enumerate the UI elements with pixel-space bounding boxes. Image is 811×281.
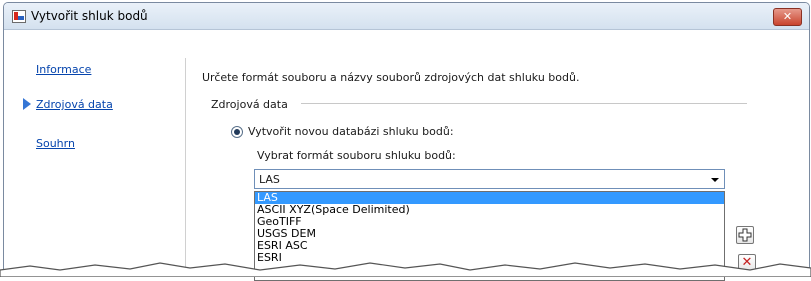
dropdown-option-usgs-dem[interactable]: USGS DEM: [255, 228, 724, 240]
title-bar: Vytvořit shluk bodů ✕: [4, 3, 809, 30]
sidebar-item-souhrn[interactable]: Souhrn: [36, 137, 75, 150]
close-icon: ✕: [782, 10, 793, 23]
group-divider: [301, 103, 747, 104]
create-database-radio-label[interactable]: Vytvořit novou databázi shluku bodů:: [248, 125, 454, 138]
format-dropdown-list: LAS ASCII XYZ(Space Delimited) GeoTIFF U…: [254, 191, 725, 281]
active-arrow-icon: [23, 98, 31, 110]
remove-file-button[interactable]: ✕: [738, 254, 756, 272]
sidebar-item-zdrojova-data[interactable]: Zdrojová data: [36, 98, 113, 111]
page-description: Určete formát souboru a názvy souborů zd…: [202, 71, 580, 84]
sidebar-item-informace[interactable]: Informace: [36, 63, 91, 76]
format-combobox[interactable]: LAS: [254, 169, 725, 189]
add-file-button[interactable]: [736, 226, 754, 244]
window-title: Vytvořit shluk bodů: [31, 9, 148, 23]
group-title: Zdrojová data: [211, 98, 288, 111]
dropdown-option-esri-asc[interactable]: ESRI ASC: [255, 240, 724, 252]
chevron-down-icon[interactable]: [711, 178, 719, 182]
dropdown-option-geotiff[interactable]: GeoTIFF: [255, 216, 724, 228]
plus-icon: [738, 228, 752, 242]
sidebar-divider: [185, 58, 186, 273]
delete-icon: ✕: [741, 255, 753, 270]
format-combobox-value: LAS: [259, 173, 280, 186]
create-database-radio[interactable]: [231, 126, 243, 138]
dropdown-option-ascii-xyz[interactable]: ASCII XYZ(Space Delimited): [255, 204, 724, 216]
app-icon: [12, 10, 26, 23]
dropdown-option-esri[interactable]: ESRI: [255, 252, 724, 264]
format-label: Vybrat formát souboru shluku bodů:: [257, 149, 456, 162]
close-button[interactable]: ✕: [773, 8, 802, 26]
